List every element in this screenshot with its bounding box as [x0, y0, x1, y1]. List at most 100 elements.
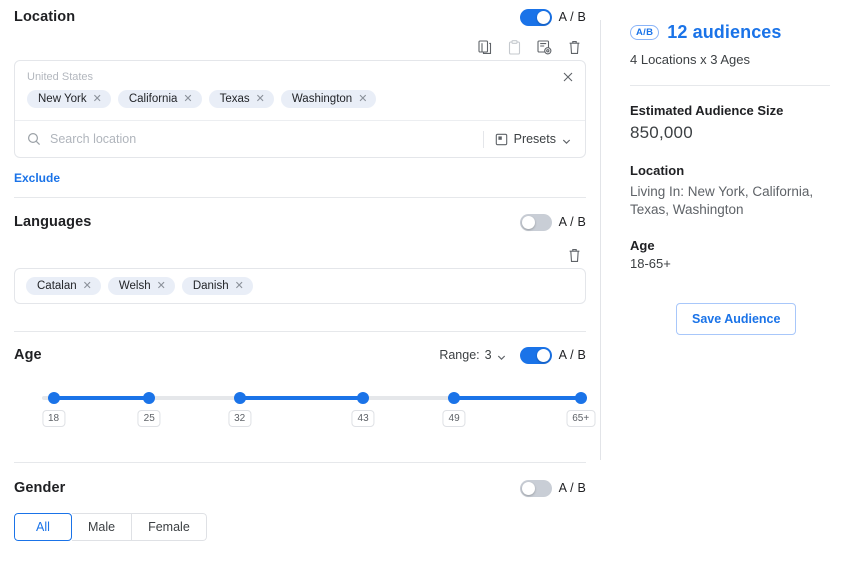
- chip-remove-icon[interactable]: ✕: [183, 93, 192, 105]
- gender-segmented-control: All Male Female: [14, 513, 207, 541]
- slider-handle[interactable]: [47, 392, 60, 404]
- exclude-link[interactable]: Exclude: [14, 158, 60, 197]
- gender-option-female[interactable]: Female: [132, 513, 207, 541]
- estimated-size-value: 850,000: [630, 123, 693, 142]
- audiences-header: A/B 12 audiences: [630, 22, 850, 43]
- chip-remove-icon[interactable]: ✕: [358, 93, 367, 105]
- location-country-label: United States: [27, 71, 94, 83]
- age-header: Age Range: 3 A / B: [14, 336, 586, 374]
- list-item[interactable]: California ✕: [117, 90, 202, 108]
- estimated-size-block: Estimated Audience Size 850,000: [630, 103, 850, 143]
- location-action-icons: [14, 34, 586, 60]
- chip-remove-icon[interactable]: ✕: [256, 93, 265, 105]
- languages-ab-toggle[interactable]: [519, 213, 552, 231]
- slider-handle[interactable]: [448, 392, 461, 404]
- location-title: Location: [14, 9, 76, 25]
- location-chip-list: New York ✕ California ✕ Texas ✕ Washington ✕: [27, 90, 573, 120]
- search-input[interactable]: [50, 132, 477, 146]
- audiences-breakdown: 4 Locations x 3 Ages: [630, 52, 750, 67]
- delete-icon[interactable]: [567, 39, 582, 55]
- summary-age-block: Age 18-65+: [630, 238, 850, 271]
- presets-dropdown[interactable]: Presets: [495, 132, 573, 146]
- toggle-knob: [521, 481, 535, 495]
- gender-header: Gender A / B: [14, 467, 586, 509]
- slider-handle[interactable]: [233, 392, 246, 404]
- location-search-row: Presets: [27, 121, 573, 157]
- location-section: Location A / B United States New York ✕ …: [14, 0, 586, 198]
- slider-handle[interactable]: [143, 392, 156, 404]
- summary-age-value: 18-65+: [630, 256, 671, 272]
- delete-icon[interactable]: [567, 247, 582, 263]
- targeting-panel: Location A / B United States New York ✕ …: [0, 0, 600, 567]
- chip-remove-icon[interactable]: ✕: [93, 93, 102, 105]
- list-item[interactable]: Welsh ✕: [107, 277, 175, 295]
- age-ab-toggle-group: A / B: [519, 346, 586, 364]
- divider: [14, 197, 586, 198]
- languages-ab-label: A / B: [558, 215, 586, 229]
- chip-label: Texas: [219, 93, 250, 105]
- languages-chip-list: Catalan ✕ Welsh ✕ Danish ✕: [14, 268, 586, 304]
- copy-icon[interactable]: [477, 39, 492, 55]
- summary-location-value: Living In: New York, California, Texas, …: [630, 184, 814, 218]
- slider-range-fill: [53, 396, 150, 400]
- gender-title: Gender: [14, 480, 66, 496]
- age-ab-toggle[interactable]: [519, 346, 552, 364]
- range-count: 3: [484, 348, 492, 362]
- range-dropdown[interactable]: Range: 3: [439, 348, 505, 362]
- chevron-down-icon: [497, 351, 506, 360]
- ab-badge: A/B: [630, 24, 660, 41]
- slider-handle-label: 32: [228, 410, 252, 427]
- list-item[interactable]: Catalan ✕: [26, 277, 101, 295]
- location-ab-toggle-group: A / B: [519, 8, 586, 26]
- age-title: Age: [14, 347, 42, 363]
- paste-icon[interactable]: [507, 39, 522, 55]
- save-audience-button[interactable]: Save Audience: [676, 303, 797, 336]
- list-item[interactable]: Texas ✕: [208, 90, 274, 108]
- list-item[interactable]: New York ✕: [27, 90, 111, 108]
- divider: [14, 331, 586, 332]
- paste-settings-icon[interactable]: [537, 39, 552, 55]
- slider-handle-label: 65+: [566, 410, 596, 427]
- toggle-knob: [536, 10, 550, 24]
- summary-location-label: Location: [630, 163, 685, 178]
- gender-option-all[interactable]: All: [14, 513, 72, 541]
- languages-ab-toggle-group: A / B: [519, 213, 586, 231]
- audience-builder-page: Location A / B United States New York ✕ …: [0, 0, 850, 567]
- presets-label: Presets: [513, 132, 556, 146]
- languages-header: Languages A / B: [14, 202, 586, 242]
- chip-remove-icon[interactable]: ✕: [235, 280, 244, 292]
- divider: [14, 462, 586, 463]
- divider: [630, 85, 830, 86]
- chip-label: California: [128, 93, 178, 105]
- chip-label: Washington: [291, 93, 353, 105]
- divider: [482, 130, 484, 148]
- gender-ab-toggle[interactable]: [519, 479, 552, 497]
- gender-option-male[interactable]: Male: [72, 513, 133, 541]
- toggle-knob: [521, 215, 535, 229]
- age-range-slider[interactable]: 18 25 32 43 49 65+: [14, 386, 596, 448]
- summary-panel: A/B 12 audiences 4 Locations x 3 Ages Es…: [600, 0, 850, 567]
- presets-icon: [495, 133, 508, 146]
- gender-section: Gender A / B All Male Female: [14, 467, 586, 541]
- chip-label: Catalan: [37, 280, 77, 292]
- list-item[interactable]: Danish ✕: [181, 277, 253, 295]
- slider-handle-label: 18: [41, 410, 66, 427]
- slider-handle[interactable]: [357, 392, 370, 404]
- chip-label: New York: [38, 93, 87, 105]
- chip-remove-icon[interactable]: ✕: [83, 280, 92, 292]
- chip-label: Welsh: [118, 280, 151, 292]
- age-ab-label: A / B: [558, 348, 586, 362]
- location-ab-toggle[interactable]: [519, 8, 552, 26]
- slider-range-fill: [239, 396, 364, 400]
- slider-handle[interactable]: [574, 392, 587, 404]
- gender-ab-label: A / B: [558, 481, 586, 495]
- estimated-size-label: Estimated Audience Size: [630, 103, 784, 118]
- slider-range-fill: [454, 396, 581, 400]
- location-card: United States New York ✕ California ✕ Texa…: [14, 60, 586, 158]
- location-header: Location A / B: [14, 0, 586, 34]
- gender-ab-toggle-group: A / B: [519, 479, 586, 497]
- toggle-knob: [536, 348, 550, 362]
- close-icon[interactable]: [561, 70, 575, 84]
- chip-remove-icon[interactable]: ✕: [157, 280, 166, 292]
- list-item[interactable]: Washington ✕: [280, 90, 377, 108]
